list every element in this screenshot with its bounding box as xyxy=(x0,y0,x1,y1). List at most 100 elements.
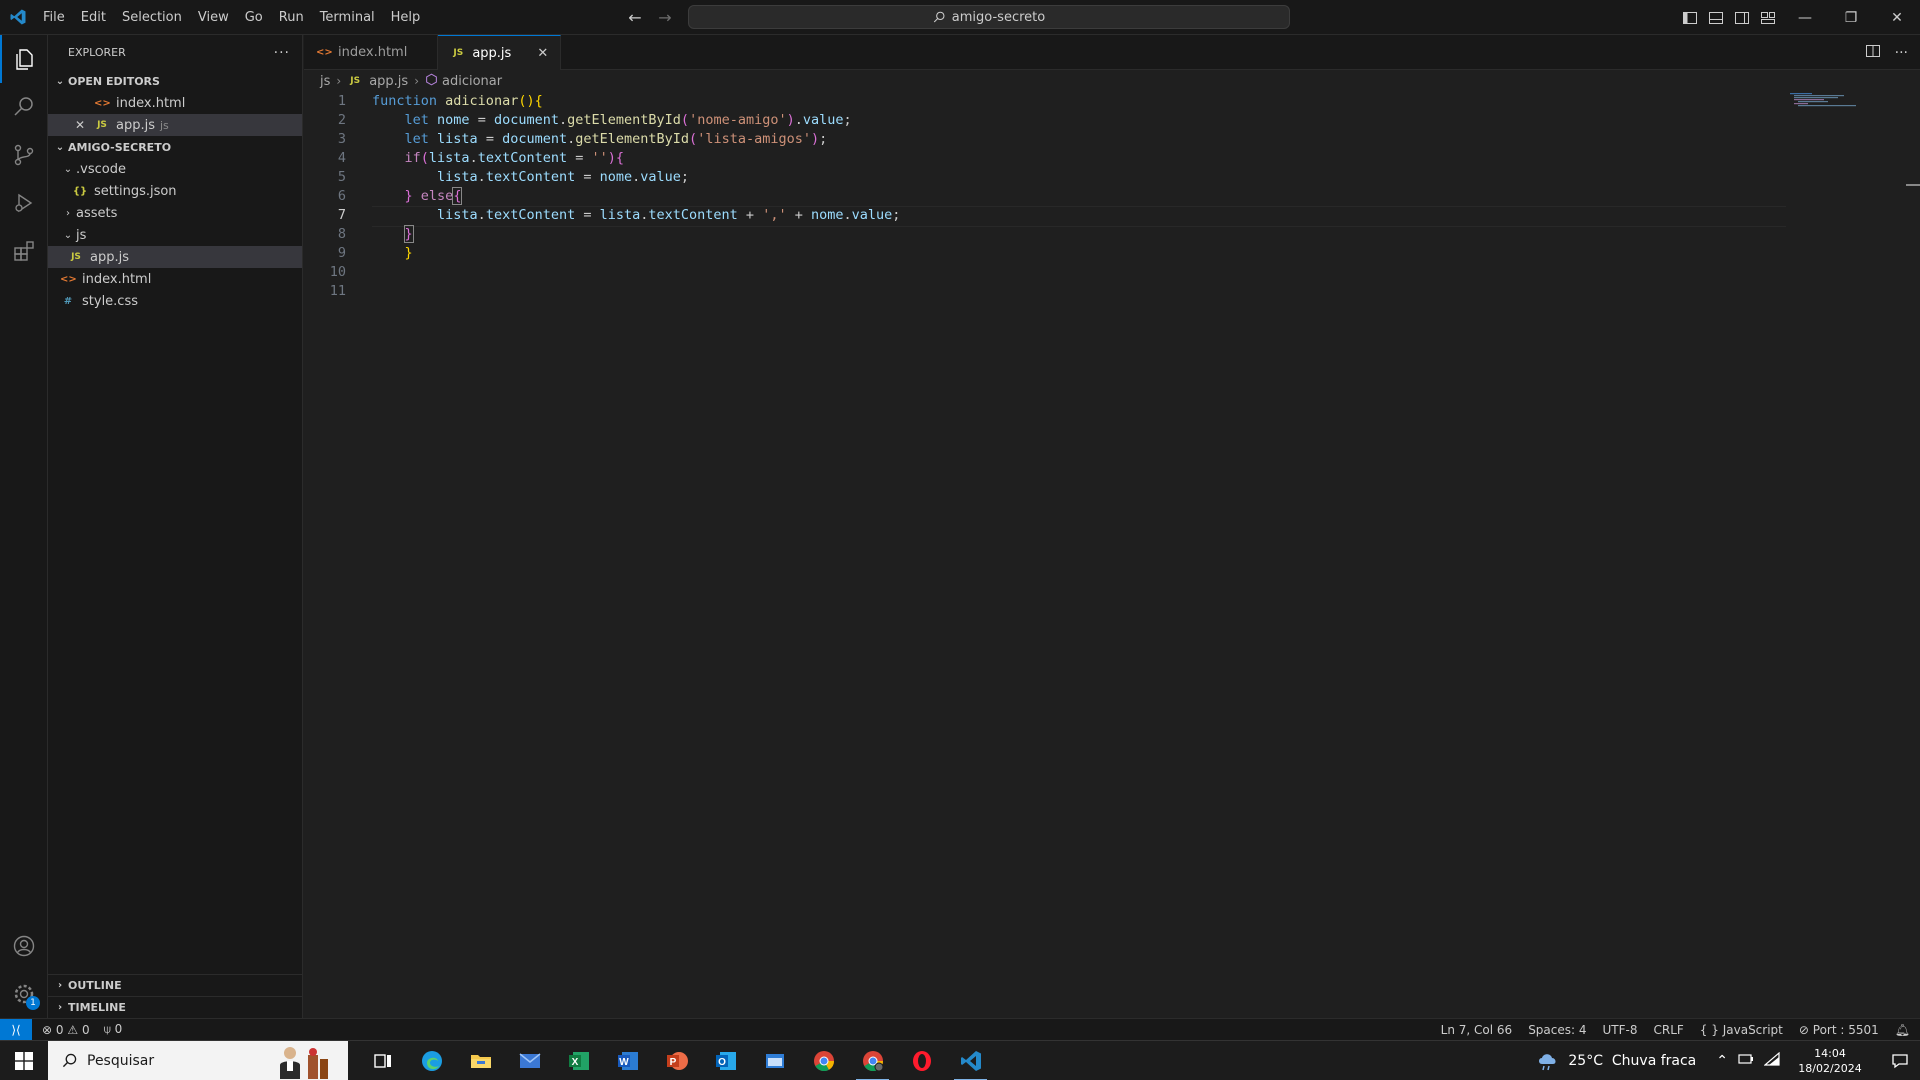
outline-header[interactable]: › OUTLINE xyxy=(48,974,302,996)
project-folder-header[interactable]: ⌄ AMIGO-SECRETO xyxy=(48,136,302,158)
menu-help[interactable]: Help xyxy=(383,0,429,35)
line-number: 5 xyxy=(337,169,346,185)
wifi-icon[interactable] xyxy=(1763,1051,1780,1070)
braces-icon: { } xyxy=(1699,1022,1719,1037)
app-window-icon[interactable] xyxy=(750,1041,799,1080)
menu-selection[interactable]: Selection xyxy=(114,0,190,35)
open-editor-item[interactable]: ✕ JS app.js js xyxy=(48,114,302,136)
open-editor-item[interactable]: <> index.html xyxy=(48,92,302,114)
editor-more-actions-icon[interactable]: ··· xyxy=(1895,45,1908,61)
tab-index-html[interactable]: <> index.html xyxy=(304,35,439,70)
toggle-panel-icon[interactable] xyxy=(1708,10,1724,26)
tree-file-style[interactable]: # style.css xyxy=(48,290,302,312)
code-text: } xyxy=(403,225,414,243)
tab-app-js[interactable]: JS app.js ✕ xyxy=(438,35,562,70)
weather-widget[interactable]: 25°C Chuva fraca xyxy=(1536,1050,1696,1072)
split-editor-icon[interactable] xyxy=(1865,43,1881,63)
ports-status[interactable]: ⍦ 0 xyxy=(104,1022,123,1037)
notification-center-icon[interactable] xyxy=(1880,1053,1920,1069)
accounts-icon[interactable] xyxy=(0,922,48,970)
breadcrumb-file[interactable]: app.js xyxy=(369,74,408,89)
chevron-right-icon: › xyxy=(414,74,420,88)
tree-file-index[interactable]: <> index.html xyxy=(48,268,302,290)
menu-run[interactable]: Run xyxy=(271,0,312,35)
line-number: 3 xyxy=(337,131,346,147)
tree-item-label: .vscode xyxy=(76,161,126,177)
html-file-icon: <> xyxy=(60,273,77,285)
breadcrumb-folder[interactable]: js xyxy=(320,74,330,89)
live-server-port[interactable]: ⊘ Port : 5501 xyxy=(1799,1023,1879,1037)
task-view-icon[interactable] xyxy=(358,1041,407,1080)
code-editor[interactable]: 1 function adicionar(){ 2 let nome = doc… xyxy=(304,92,1920,1018)
opera-icon[interactable] xyxy=(897,1041,946,1080)
extensions-icon[interactable] xyxy=(0,227,48,275)
powerpoint-icon[interactable]: P xyxy=(652,1041,701,1080)
line-number: 9 xyxy=(337,245,346,261)
manage-gear-icon[interactable]: 1 xyxy=(0,970,48,1018)
show-hidden-icons-chevron-icon[interactable]: ⌃ xyxy=(1716,1053,1728,1069)
outlook-icon[interactable]: O xyxy=(701,1041,750,1080)
notifications-bell-icon[interactable]: 🔔︎ xyxy=(1895,1023,1910,1037)
problems-status[interactable]: ⊗ 0 ⚠ 0 xyxy=(42,1023,90,1037)
taskbar-search[interactable]: Pesquisar xyxy=(48,1040,348,1080)
tree-file-settings[interactable]: {} settings.json xyxy=(48,180,302,202)
tree-folder-assets[interactable]: › assets xyxy=(48,202,302,224)
mail-icon[interactable] xyxy=(505,1041,554,1080)
code-text: if(lista.textContent = ''){ xyxy=(404,150,625,166)
close-window-icon[interactable]: ✕ xyxy=(1874,0,1920,35)
tree-folder-js[interactable]: ⌄ js xyxy=(48,224,302,246)
more-actions-icon[interactable]: ··· xyxy=(274,45,290,61)
back-arrow-icon[interactable]: ← xyxy=(625,8,645,27)
toggle-secondary-sidebar-icon[interactable] xyxy=(1734,10,1750,26)
code-line: 8 } xyxy=(304,225,1920,244)
vscode-taskbar-icon[interactable] xyxy=(946,1041,995,1080)
js-file-icon: JS xyxy=(350,76,361,86)
html-file-icon: <> xyxy=(94,97,111,109)
excel-icon[interactable]: X xyxy=(554,1041,603,1080)
timeline-header[interactable]: › TIMELINE xyxy=(48,996,302,1018)
edge-browser-icon[interactable] xyxy=(407,1041,456,1080)
chrome-profile-icon[interactable] xyxy=(848,1041,897,1080)
breadcrumb: js › JS app.js › adicionar xyxy=(304,70,1920,92)
menu-terminal[interactable]: Terminal xyxy=(312,0,383,35)
customize-layout-icon[interactable] xyxy=(1760,10,1776,26)
remote-indicator-icon[interactable]: ⟩⟨ xyxy=(0,1018,32,1041)
forward-arrow-icon[interactable]: → xyxy=(655,8,675,27)
toggle-primary-sidebar-icon[interactable] xyxy=(1682,10,1698,26)
battery-plug-icon[interactable] xyxy=(1738,1052,1754,1070)
code-text: lista.textContent = lista.textContent + … xyxy=(437,207,901,223)
chrome-icon[interactable] xyxy=(799,1041,848,1080)
timeline-label: TIMELINE xyxy=(68,1001,126,1014)
indentation-status[interactable]: Spaces: 4 xyxy=(1528,1023,1586,1037)
language-label: JavaScript xyxy=(1722,1022,1783,1037)
explorer-icon[interactable] xyxy=(0,35,48,83)
taskbar-clock[interactable]: 14:04 18/02/2024 xyxy=(1790,1046,1870,1076)
language-mode[interactable]: { } JavaScript xyxy=(1700,1023,1783,1037)
restore-icon[interactable]: ❐ xyxy=(1828,0,1874,35)
word-icon[interactable]: W xyxy=(603,1041,652,1080)
tree-file-app-js[interactable]: JS app.js xyxy=(48,246,302,268)
cursor-position[interactable]: Ln 7, Col 66 xyxy=(1441,1023,1513,1037)
tree-folder-vscode[interactable]: ⌄ .vscode xyxy=(48,158,302,180)
breadcrumb-symbol[interactable]: adicionar xyxy=(442,74,502,89)
file-explorer-icon[interactable] xyxy=(456,1041,505,1080)
command-center-search[interactable]: amigo-secreto xyxy=(688,5,1290,29)
menu-view[interactable]: View xyxy=(190,0,237,35)
close-tab-icon[interactable]: ✕ xyxy=(537,46,548,61)
run-debug-icon[interactable] xyxy=(0,179,48,227)
minimize-icon[interactable]: — xyxy=(1782,0,1828,35)
minimap[interactable] xyxy=(1790,92,1860,132)
source-control-icon[interactable] xyxy=(0,131,48,179)
menu-edit[interactable]: Edit xyxy=(73,0,114,35)
eol-status[interactable]: CRLF xyxy=(1653,1023,1683,1037)
encoding-status[interactable]: UTF-8 xyxy=(1603,1023,1638,1037)
menu-go[interactable]: Go xyxy=(237,0,271,35)
open-editors-header[interactable]: ⌄ OPEN EDITORS xyxy=(48,70,302,92)
svg-text:W: W xyxy=(619,1057,629,1068)
windows-start-icon[interactable] xyxy=(0,1041,48,1080)
menu-file[interactable]: File xyxy=(35,0,73,35)
close-editor-icon[interactable]: ✕ xyxy=(72,118,88,132)
search-view-icon[interactable] xyxy=(0,83,48,131)
